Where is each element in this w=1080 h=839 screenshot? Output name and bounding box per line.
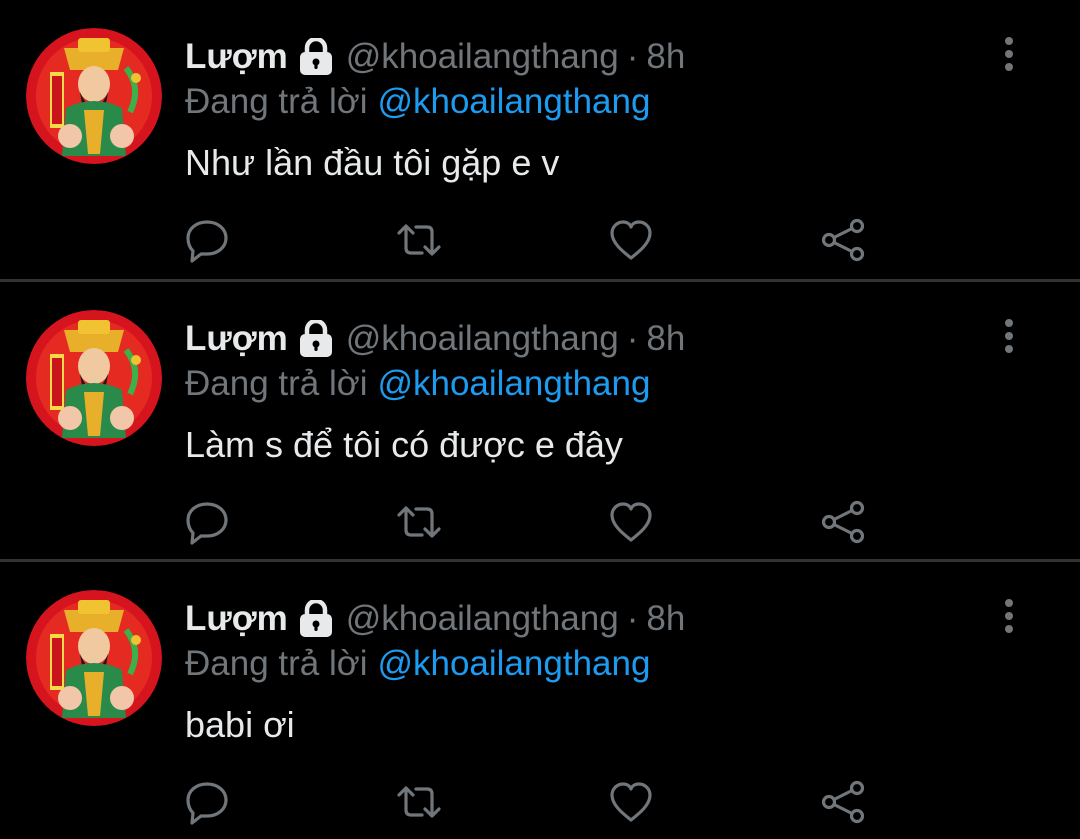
tweet-text: babi ơi: [185, 704, 295, 745]
replying-to-handle[interactable]: @khoailangthang: [377, 364, 650, 403]
timestamp[interactable]: 8h: [646, 37, 685, 77]
tweet[interactable]: Lượm @khoailangthang · 8h Đang trả lời @k…: [0, 282, 1080, 560]
more-vertical-icon[interactable]: [993, 36, 1025, 72]
tweet[interactable]: Lượm @khoailangthang · 8h Đang trả lời @k…: [0, 0, 1080, 278]
retweet-icon[interactable]: [395, 216, 443, 264]
author-name[interactable]: Lượm: [185, 319, 288, 359]
heart-icon[interactable]: [607, 498, 655, 546]
more-vertical-icon[interactable]: [993, 598, 1025, 634]
avatar[interactable]: [26, 310, 162, 446]
more-vertical-icon[interactable]: [993, 318, 1025, 354]
author-name[interactable]: Lượm: [185, 599, 288, 639]
tweet-text: Như lần đầu tôi gặp e v: [185, 142, 560, 183]
replying-to-handle[interactable]: @khoailangthang: [377, 644, 650, 683]
tweet-header: Lượm @khoailangthang · 8h: [185, 34, 685, 80]
timestamp[interactable]: 8h: [646, 599, 685, 639]
tweet-actions: [0, 498, 1080, 546]
share-icon[interactable]: [819, 778, 867, 826]
retweet-icon[interactable]: [395, 498, 443, 546]
tweet-text: Làm s để tôi có được e đây: [185, 424, 623, 465]
separator-dot: ·: [626, 599, 639, 638]
separator-dot: ·: [626, 319, 639, 358]
author-handle[interactable]: @khoailangthang: [346, 319, 619, 359]
share-icon[interactable]: [819, 498, 867, 546]
comment-icon[interactable]: [183, 778, 231, 826]
tweet-actions: [0, 778, 1080, 826]
comment-icon[interactable]: [183, 216, 231, 264]
replying-prefix: Đang trả lời: [185, 82, 368, 121]
author-name[interactable]: Lượm: [185, 37, 288, 77]
lock-icon: [298, 36, 334, 76]
avatar[interactable]: [26, 590, 162, 726]
tweet-feed: Lượm @khoailangthang · 8h Đang trả lời @k…: [0, 0, 1080, 839]
separator-dot: ·: [626, 37, 639, 76]
author-handle[interactable]: @khoailangthang: [346, 37, 619, 77]
lock-icon: [298, 318, 334, 358]
timestamp[interactable]: 8h: [646, 319, 685, 359]
replying-prefix: Đang trả lời: [185, 364, 368, 403]
replying-to: Đang trả lời @khoailangthang: [185, 364, 650, 404]
replying-to: Đang trả lời @khoailangthang: [185, 82, 650, 122]
author-handle[interactable]: @khoailangthang: [346, 599, 619, 639]
replying-to-handle[interactable]: @khoailangthang: [377, 82, 650, 121]
replying-prefix: Đang trả lời: [185, 644, 368, 683]
heart-icon[interactable]: [607, 216, 655, 264]
tweet[interactable]: Lượm @khoailangthang · 8h Đang trả lời @k…: [0, 562, 1080, 839]
avatar[interactable]: [26, 28, 162, 164]
replying-to: Đang trả lời @khoailangthang: [185, 644, 650, 684]
lock-icon: [298, 598, 334, 638]
heart-icon[interactable]: [607, 778, 655, 826]
retweet-icon[interactable]: [395, 778, 443, 826]
tweet-header: Lượm @khoailangthang · 8h: [185, 596, 685, 642]
tweet-actions: [0, 216, 1080, 264]
share-icon[interactable]: [819, 216, 867, 264]
comment-icon[interactable]: [183, 498, 231, 546]
tweet-header: Lượm @khoailangthang · 8h: [185, 316, 685, 362]
